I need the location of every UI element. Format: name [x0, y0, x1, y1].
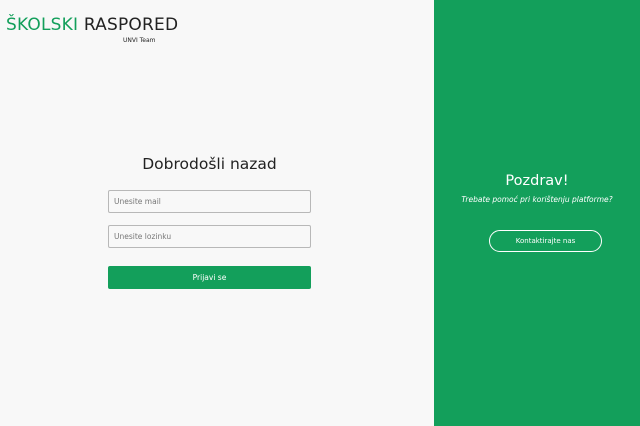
welcome-subtitle: Trebate pomoć pri korištenju platforme? [461, 195, 613, 204]
contact-button[interactable]: Kontaktirajte nas [489, 230, 602, 252]
brand-name-part2: RASPORED [83, 15, 179, 35]
login-section: ŠKOLSKI RASPORED UNVI Team Dobrodošli na… [0, 0, 434, 426]
email-input[interactable] [108, 190, 311, 213]
brand-name-part1: ŠKOLSKI [6, 15, 79, 35]
brand-title: ŠKOLSKI RASPORED [6, 17, 178, 34]
welcome-panel: Pozdrav! Trebate pomoć pri korištenju pl… [434, 0, 640, 426]
welcome-title: Pozdrav! [505, 173, 569, 189]
password-input[interactable] [108, 225, 311, 248]
login-title: Dobrodošli nazad [142, 155, 277, 173]
brand-subtitle: UNVI Team [123, 37, 156, 44]
login-button[interactable]: Prijavi se [108, 266, 311, 289]
login-page: ŠKOLSKI RASPORED UNVI Team Dobrodošli na… [0, 0, 640, 426]
brand-logo: ŠKOLSKI RASPORED UNVI Team [6, 17, 178, 44]
